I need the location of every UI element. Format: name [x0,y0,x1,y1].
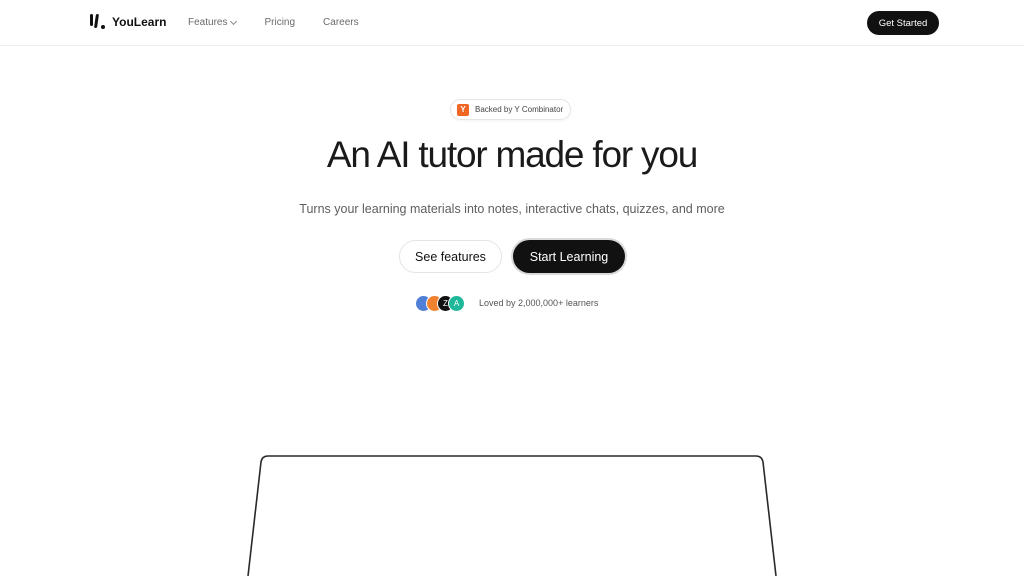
avatar-group: Z A [415,294,465,312]
brand-name: YouLearn [112,15,167,29]
youlearn-logo-icon [90,14,106,30]
laptop-frame-illustration [247,455,777,576]
top-navigation: YouLearn Features Pricing Careers Get St… [0,0,1024,46]
nav-link-careers[interactable]: Careers [323,17,359,28]
y-combinator-icon: Y [457,103,469,116]
nav-link-careers-label: Careers [323,17,359,28]
landing-page: YouLearn Features Pricing Careers Get St… [0,0,1024,576]
start-learning-button[interactable]: Start Learning [513,240,625,273]
chevron-down-icon [230,17,238,25]
see-features-button[interactable]: See features [399,240,502,273]
badge-text: Backed by Y Combinator [475,105,564,114]
brand-logo[interactable]: YouLearn [90,14,166,30]
nav-link-pricing-label: Pricing [264,17,296,28]
avatar: A [448,294,465,312]
social-proof: Z A Loved by 2,000,000+ learners [415,294,598,312]
hero-subheadline: Turns your learning materials into notes… [299,202,725,216]
get-started-button[interactable]: Get Started [867,11,939,35]
nav-link-features-label: Features [188,17,228,28]
yc-badge[interactable]: Y Backed by Y Combinator [450,99,572,120]
social-proof-text: Loved by 2,000,000+ learners [479,298,599,308]
nav-link-pricing[interactable]: Pricing [264,17,295,28]
hero-headline: An AI tutor made for you [326,134,698,175]
nav-link-features[interactable]: Features [188,17,238,28]
nav-links: Features Pricing Careers [188,17,387,28]
